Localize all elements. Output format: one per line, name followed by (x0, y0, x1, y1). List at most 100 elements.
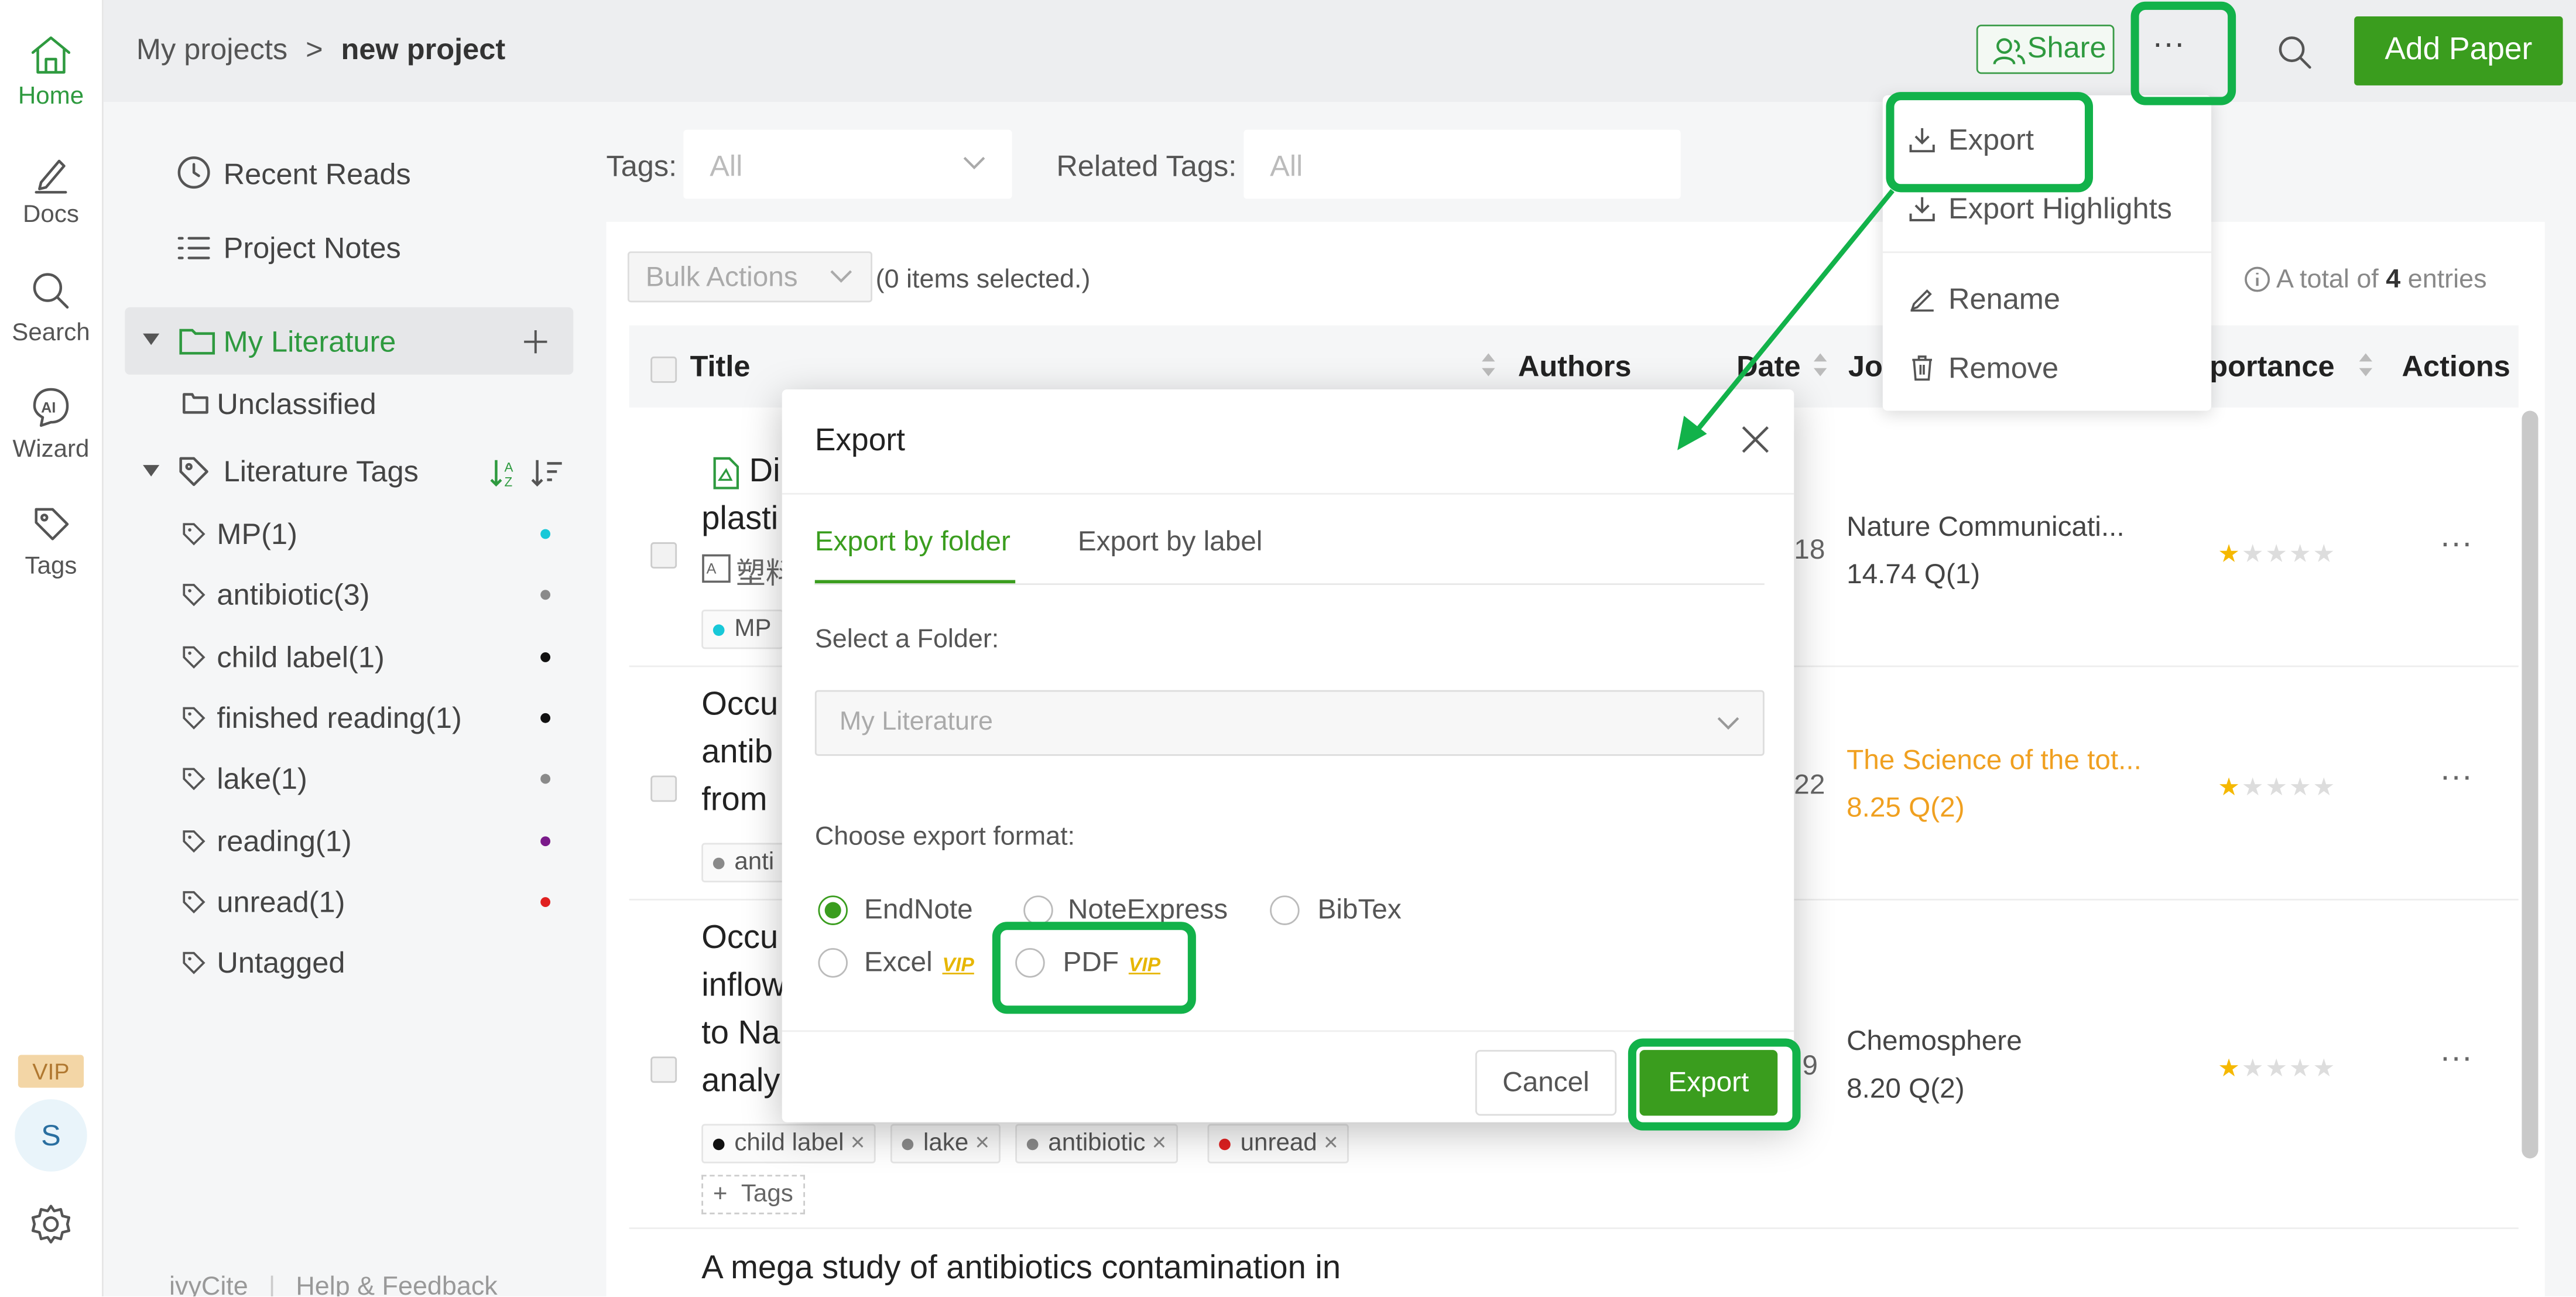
footer-help-link[interactable]: Help & Feedback (296, 1274, 497, 1296)
row-journal[interactable]: Nature Communicati... (1847, 511, 2125, 544)
svg-text:AI: AI (41, 399, 56, 416)
chip-close-icon[interactable]: × (851, 1129, 865, 1157)
add-tags-button[interactable]: + Tags (701, 1175, 805, 1214)
tags-filter-select[interactable]: All (683, 129, 1012, 199)
sidebar-my-literature[interactable]: My Literature (125, 307, 574, 375)
row-title[interactable]: to Na (701, 1015, 780, 1053)
sidebar-project-notes[interactable]: Project Notes (224, 232, 401, 266)
radio-noteexpress[interactable] (1023, 895, 1053, 925)
nav-tags[interactable]: Tags (0, 503, 102, 580)
chip-close-icon[interactable]: × (975, 1129, 990, 1157)
sort-icon[interactable] (2358, 350, 2374, 380)
select-all-checkbox[interactable] (650, 356, 677, 383)
tag-chip[interactable]: anti (701, 843, 786, 882)
nav-home[interactable]: Home (0, 33, 102, 110)
row-title[interactable]: A mega study of antibiotics contaminatio… (701, 1250, 1341, 1288)
menu-rename-label: Rename (1948, 282, 2061, 316)
add-icon[interactable] (522, 328, 549, 355)
sort-desc-icon[interactable] (530, 457, 563, 490)
tag-chip[interactable]: unread × (1207, 1124, 1350, 1163)
row-checkbox[interactable] (650, 542, 677, 569)
add-paper-button[interactable]: Add Paper (2354, 16, 2563, 85)
tab-export-by-folder[interactable]: Export by folder (815, 526, 1010, 559)
avatar[interactable]: S (15, 1099, 87, 1172)
importance-stars[interactable]: ★★★★★ (2218, 539, 2337, 569)
sidebar-unclassified[interactable]: Unclassified (217, 388, 376, 422)
sidebar-tag-item[interactable]: reading(1) (181, 822, 559, 861)
row-actions-button[interactable]: ··· (2440, 759, 2472, 797)
my-literature-label: My Literature (223, 325, 396, 358)
sidebar-tag-item[interactable]: Untagged (181, 945, 559, 984)
chip-close-icon[interactable]: × (1324, 1129, 1338, 1157)
menu-item-remove[interactable]: Remove (1909, 352, 2058, 386)
row-title[interactable]: Occu (701, 920, 778, 958)
menu-item-rename[interactable]: Rename (1909, 283, 2060, 317)
tag-chip[interactable]: lake × (890, 1124, 1001, 1163)
vip-badge[interactable]: VIP (18, 1055, 84, 1088)
row-title[interactable]: analy (701, 1063, 780, 1101)
row-title[interactable]: Occu (701, 687, 778, 725)
sidebar-tag-item[interactable]: finished reading(1) (181, 700, 559, 739)
tag-chip-label: lake (923, 1128, 969, 1157)
row-actions-button[interactable]: ··· (2440, 526, 2472, 564)
sidebar-tag-item[interactable]: unread(1) (181, 884, 559, 923)
tag-chip[interactable]: antibiotic × (1015, 1124, 1178, 1163)
row-title[interactable]: antib (701, 734, 773, 772)
related-tags-input[interactable]: All (1244, 129, 1681, 199)
tag-color-dot (540, 590, 551, 601)
related-tags-label: Related Tags: (1056, 149, 1237, 183)
chip-close-icon[interactable]: × (1152, 1129, 1167, 1157)
cancel-button[interactable]: Cancel (1475, 1050, 1617, 1116)
row-actions-button[interactable]: ··· (2440, 1040, 2472, 1078)
row-title[interactable]: plasti (701, 501, 778, 539)
sidebar-recent-reads[interactable]: Recent Reads (224, 158, 411, 192)
breadcrumb-root[interactable]: My projects (136, 33, 287, 66)
col-authors[interactable]: Authors (1518, 350, 1632, 385)
row-checkbox[interactable] (650, 775, 677, 802)
gear-icon[interactable] (28, 1201, 74, 1247)
share-button[interactable]: Share (1976, 25, 2115, 74)
sidebar-tag-item[interactable]: child label(1) (181, 638, 559, 677)
folder-select[interactable]: My Literature (814, 690, 1765, 756)
importance-stars[interactable]: ★★★★★ (2218, 772, 2337, 802)
sidebar-tag-item[interactable]: MP(1) (181, 516, 559, 555)
caret-down-icon[interactable] (141, 463, 161, 480)
nav-search[interactable]: Search (0, 269, 102, 347)
tag-chip-label: unread (1240, 1128, 1317, 1157)
tab-export-by-label[interactable]: Export by label (1078, 526, 1263, 559)
tag-chip[interactable]: MP (701, 610, 783, 649)
highlight-more-button (2130, 1, 2236, 105)
row-journal[interactable]: The Science of the tot... (1847, 744, 2142, 777)
col-importance[interactable]: portance (2210, 350, 2334, 385)
sidebar-tag-item[interactable]: antibiotic(3) (181, 577, 559, 617)
table-scrollbar[interactable] (2522, 410, 2539, 1159)
bulk-actions-dropdown[interactable]: Bulk Actions (627, 251, 873, 303)
radio-bibtex[interactable] (1270, 895, 1300, 925)
footer-brand[interactable]: ivyCite (169, 1274, 248, 1296)
sort-alpha-icon[interactable]: AZ (488, 457, 520, 490)
search-icon[interactable] (2275, 33, 2314, 72)
col-title[interactable]: Title (690, 350, 751, 385)
tag-color-dot (540, 835, 551, 846)
radio-endnote[interactable] (818, 895, 848, 925)
pdf-file-icon[interactable] (713, 457, 739, 490)
importance-stars[interactable]: ★★★★★ (2218, 1053, 2337, 1083)
row-title[interactable]: Di (749, 453, 780, 491)
nav-docs[interactable]: Docs (0, 151, 102, 228)
svg-text:A: A (707, 560, 717, 577)
highlight-export-button (1628, 1038, 1801, 1131)
row-journal[interactable]: Chemosphere (1847, 1025, 2022, 1058)
tags-filter-label: Tags: (606, 149, 677, 183)
sort-icon[interactable] (1480, 350, 1496, 380)
sidebar-literature-tags[interactable]: Literature Tags (224, 455, 419, 490)
row-checkbox[interactable] (650, 1056, 677, 1083)
total-count: 4 (2386, 266, 2401, 295)
row-title[interactable]: inflow (701, 968, 786, 1006)
menu-item-export-highlights[interactable]: Export Highlights (1909, 192, 2172, 227)
nav-wizard[interactable]: AI Wizard (0, 386, 102, 463)
sidebar-tag-item[interactable]: lake(1) (181, 761, 559, 800)
share-label: Share (2027, 31, 2106, 64)
radio-excel[interactable] (818, 948, 848, 978)
row-title[interactable]: from (701, 782, 767, 820)
tag-chip[interactable]: child label × (701, 1124, 877, 1163)
